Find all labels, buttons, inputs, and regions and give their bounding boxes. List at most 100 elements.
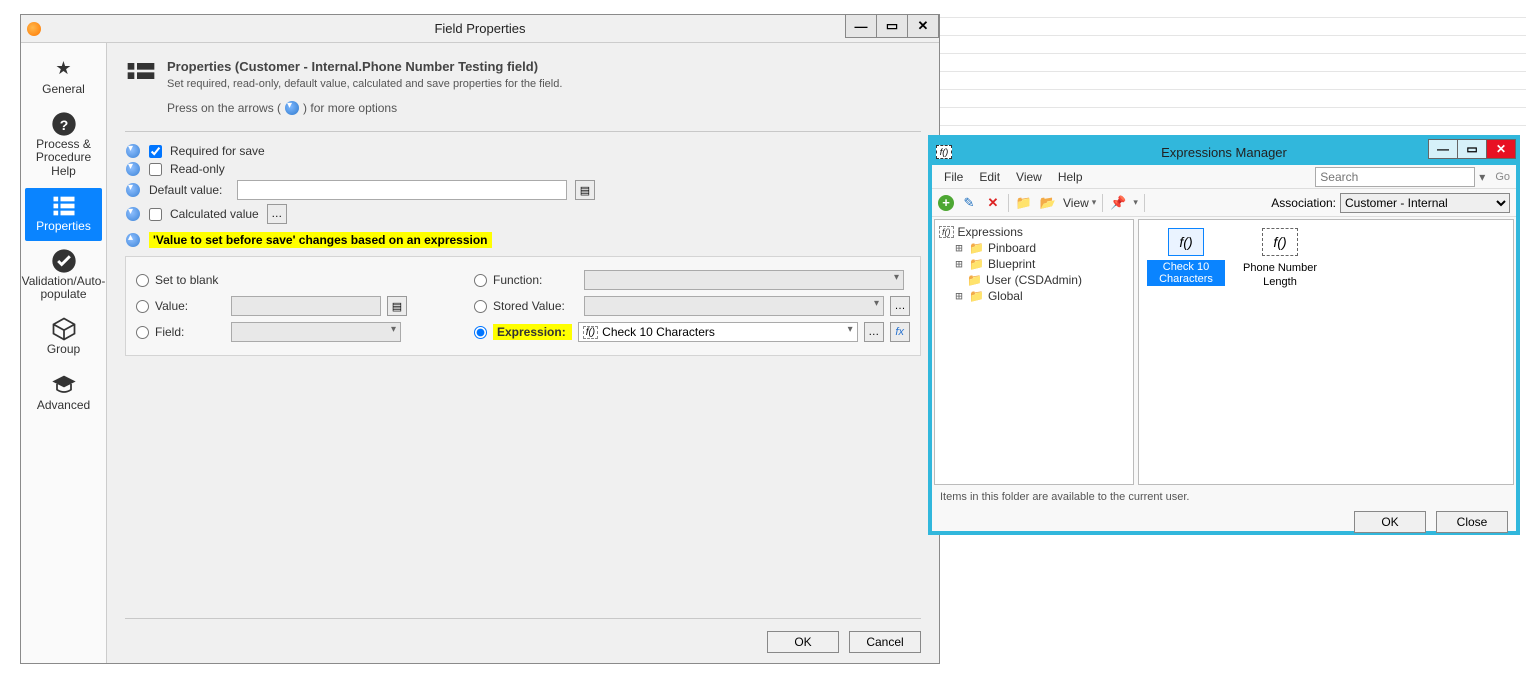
expression-browse-button[interactable]: … (864, 322, 884, 342)
radio-stored[interactable] (474, 300, 487, 313)
ok-button[interactable]: OK (1354, 511, 1426, 533)
expand-calculated-icon[interactable] (126, 207, 140, 221)
default-label: Default value: (149, 183, 229, 197)
maximize-button[interactable]: ▭ (876, 14, 908, 38)
body: f()Expressions ⊞📁Pinboard ⊞📁Blueprint 📁U… (932, 217, 1516, 487)
properties-header-icon (125, 59, 157, 91)
field-properties-window: Field Properties — ▭ ✕ ★ General ? Proce… (20, 14, 940, 664)
sidebar-item-general[interactable]: ★ General (25, 51, 102, 104)
radio-function-label: Function: (493, 273, 578, 287)
default-value-input[interactable] (237, 180, 567, 200)
go-button[interactable]: Go (1495, 171, 1510, 183)
expand-readonly-icon[interactable] (126, 162, 140, 176)
content-title: Properties (Customer - Internal.Phone Nu… (167, 59, 562, 74)
menu-edit[interactable]: Edit (973, 168, 1006, 186)
tree-view[interactable]: f()Expressions ⊞📁Pinboard ⊞📁Blueprint 📁U… (934, 219, 1134, 485)
minimize-button[interactable]: — (1428, 139, 1458, 159)
required-checkbox[interactable] (149, 145, 162, 158)
menu-help[interactable]: Help (1052, 168, 1089, 186)
minimize-button[interactable]: — (845, 14, 877, 38)
calculated-checkbox[interactable] (149, 208, 162, 221)
field-dropdown[interactable] (231, 322, 401, 342)
view-menu[interactable]: View▾ (1063, 196, 1096, 210)
sidebar-item-label: Advanced (37, 399, 90, 412)
expression-dropdown[interactable]: f() Check 10 Characters (578, 322, 858, 342)
close-button[interactable]: ✕ (907, 14, 939, 38)
content-header: Properties (Customer - Internal.Phone Nu… (125, 59, 921, 91)
pin-dropdown-icon[interactable]: ▾ (1133, 197, 1138, 208)
edit-icon[interactable]: ✎ (960, 194, 978, 212)
collapse-vbs-icon[interactable] (126, 233, 140, 247)
pin-icon[interactable]: 📌 (1109, 194, 1127, 212)
value-before-save-panel: Set to blank Value: ▤ Field: (125, 256, 921, 356)
delete-icon[interactable]: ✕ (984, 194, 1002, 212)
function-dropdown[interactable] (584, 270, 904, 290)
expressions-manager-window: f() Expressions Manager — ▭ ✕ File Edit … (928, 135, 1520, 535)
check-circle-icon (50, 251, 78, 271)
tree-root[interactable]: f()Expressions (939, 224, 1129, 240)
tree-global[interactable]: ⊞📁Global (939, 288, 1129, 304)
sidebar-item-properties[interactable]: Properties (25, 188, 102, 241)
radio-value[interactable] (136, 300, 149, 313)
calculated-options-button[interactable]: … (267, 204, 287, 224)
sidebar-item-label: Group (47, 343, 80, 356)
sidebar-item-group[interactable]: Group (25, 311, 102, 364)
sidebar-item-validation[interactable]: Validation/Auto-populate (25, 243, 102, 309)
stored-browse-button[interactable]: … (890, 296, 910, 316)
titlebar[interactable]: f() Expressions Manager — ▭ ✕ (932, 139, 1516, 165)
fx-icon: f() (1262, 228, 1298, 256)
vbs-label: 'Value to set before save' changes based… (149, 232, 492, 248)
more-prefix: Press on the arrows ( (167, 101, 281, 115)
radio-blank[interactable] (136, 274, 149, 287)
readonly-label: Read-only (170, 162, 225, 176)
search-input[interactable] (1315, 167, 1475, 187)
expand-default-icon[interactable] (126, 183, 140, 197)
expression-edit-button[interactable]: fx (890, 322, 910, 342)
expand-required-icon[interactable] (126, 144, 140, 158)
folder-icon: 📁 (969, 289, 984, 303)
search-dropdown-icon[interactable]: ▾ (1479, 170, 1485, 184)
radio-expression[interactable] (474, 326, 487, 339)
stored-dropdown[interactable] (584, 296, 884, 316)
value-picker-button[interactable]: ▤ (387, 296, 407, 316)
maximize-button[interactable]: ▭ (1457, 139, 1487, 159)
item-check-10-characters[interactable]: f() Check 10 Characters (1147, 228, 1225, 286)
folder-icon[interactable]: 📂 (1039, 194, 1057, 212)
fx-icon: f() (939, 226, 954, 238)
folder-add-icon[interactable]: 📁 (1015, 194, 1033, 212)
expression-value: Check 10 Characters (602, 325, 715, 339)
radio-field[interactable] (136, 326, 149, 339)
fx-icon: f() (583, 326, 598, 339)
radio-function[interactable] (474, 274, 487, 287)
folder-icon: 📁 (967, 273, 982, 287)
titlebar[interactable]: Field Properties — ▭ ✕ (21, 15, 939, 43)
tree-user[interactable]: 📁User (CSDAdmin) (939, 272, 1129, 288)
item-phone-number-length[interactable]: f() Phone Number Length (1241, 228, 1319, 288)
sidebar-item-label: Validation/Auto-populate (22, 275, 106, 301)
cancel-button[interactable]: Cancel (849, 631, 921, 653)
readonly-checkbox[interactable] (149, 163, 162, 176)
association-dropdown[interactable]: Customer - Internal (1340, 193, 1510, 213)
arrow-circle-icon (285, 101, 299, 115)
tree-pinboard[interactable]: ⊞📁Pinboard (939, 240, 1129, 256)
menu-file[interactable]: File (938, 168, 969, 186)
close-button[interactable]: Close (1436, 511, 1508, 533)
radio-blank-label: Set to blank (155, 273, 225, 287)
add-icon[interactable]: + (938, 195, 954, 211)
dialog-footer: OK Cancel (125, 618, 921, 653)
radio-field-label: Field: (155, 325, 225, 339)
value-input[interactable] (231, 296, 381, 316)
default-value-picker-button[interactable]: ▤ (575, 180, 595, 200)
ok-button[interactable]: OK (767, 631, 839, 653)
star-icon: ★ (50, 59, 78, 79)
background-rows (940, 0, 1526, 126)
menu-view[interactable]: View (1010, 168, 1048, 186)
more-options-hint: Press on the arrows ( ) for more options (167, 101, 921, 115)
sidebar-item-help[interactable]: ? Process & Procedure Help (25, 106, 102, 186)
dialog-footer: OK Close (932, 507, 1516, 539)
fx-icon: f() (1168, 228, 1204, 256)
sidebar-item-advanced[interactable]: Advanced (25, 367, 102, 420)
sidebar-item-label: General (42, 83, 85, 96)
tree-blueprint[interactable]: ⊞📁Blueprint (939, 256, 1129, 272)
close-button[interactable]: ✕ (1486, 139, 1516, 159)
